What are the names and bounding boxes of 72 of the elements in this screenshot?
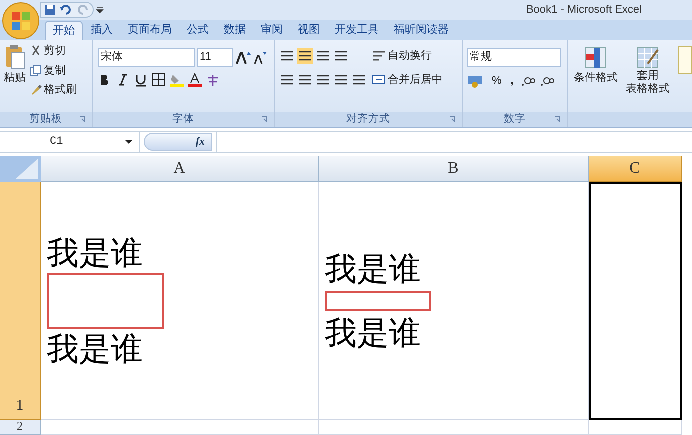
table-brush-icon — [636, 46, 660, 70]
worksheet-cell[interactable] — [41, 420, 319, 435]
cut-button[interactable]: 剪切 — [30, 43, 77, 60]
cell-text: 我是谁 — [325, 248, 422, 288]
selected-cell[interactable] — [589, 182, 682, 420]
dialog-launcher-icon[interactable] — [261, 116, 268, 123]
ribbon-tab[interactable]: 开发工具 — [328, 21, 386, 40]
increase-decimal-icon[interactable] — [520, 75, 535, 88]
format-as-table-button[interactable]: 套用 表格格式 — [626, 46, 670, 112]
ribbon-tab[interactable]: 插入 — [84, 21, 120, 40]
number-format-dropdown[interactable]: 常规 — [467, 48, 561, 67]
insert-function-button[interactable]: fx — [144, 133, 212, 151]
grow-font-icon[interactable] — [235, 50, 251, 64]
table-chart-icon — [584, 46, 608, 70]
group-label: 字体 — [172, 112, 194, 127]
cell-styles-preview[interactable] — [678, 46, 692, 74]
font-color-icon[interactable] — [188, 73, 202, 87]
paste-button[interactable]: 粘贴 — [0, 40, 30, 112]
customize-caret-icon[interactable] — [96, 6, 104, 14]
dialog-launcher-icon[interactable] — [79, 116, 86, 123]
undo-icon[interactable] — [59, 4, 73, 16]
font-size-dropdown[interactable]: 11 — [197, 48, 233, 67]
dialog-launcher-icon[interactable] — [554, 116, 561, 123]
group-label: 数字 — [504, 112, 526, 127]
save-icon[interactable] — [44, 4, 56, 16]
ribbon-tab[interactable]: 数据 — [217, 21, 253, 40]
worksheet-cell[interactable]: 我是谁 我是谁 — [319, 182, 589, 420]
worksheet-cell[interactable] — [589, 420, 682, 435]
comma-button[interactable]: , — [508, 73, 516, 90]
group-label: 剪贴板 — [30, 112, 62, 127]
underline-icon[interactable] — [134, 73, 148, 87]
cell-text: 我是谁 — [325, 312, 422, 352]
format-painter-button[interactable]: 格式刷 — [30, 82, 77, 98]
group-label: 对齐方式 — [346, 112, 390, 127]
ribbon-tab[interactable]: 视图 — [291, 21, 327, 40]
column-header[interactable]: B — [319, 156, 589, 182]
percent-button[interactable]: % — [490, 73, 504, 90]
name-box[interactable]: C1 — [0, 132, 140, 152]
conditional-formatting-button[interactable]: 条件格式 — [574, 46, 618, 112]
align-middle-icon[interactable] — [297, 48, 313, 64]
scissors-icon — [30, 45, 42, 58]
paintbrush-icon — [30, 84, 42, 96]
ribbon-tab[interactable]: 福昕阅读器 — [387, 21, 456, 40]
window-title: Book1 - Microsoft Excel — [526, 2, 642, 18]
worksheet-cell[interactable]: 我是谁 我是谁 — [41, 182, 319, 420]
ribbon-tab[interactable]: 页面布局 — [121, 21, 179, 40]
decrease-decimal-icon[interactable] — [540, 75, 554, 88]
merge-cells-icon — [372, 72, 386, 87]
dropdown-caret-icon — [125, 139, 133, 145]
fill-color-icon[interactable] — [170, 73, 184, 87]
italic-icon[interactable] — [116, 73, 130, 87]
column-header[interactable]: A — [41, 156, 319, 182]
shrink-font-icon[interactable] — [253, 50, 267, 64]
font-name-dropdown[interactable]: 宋体 — [98, 48, 195, 67]
column-header[interactable]: C — [589, 156, 682, 182]
worksheet-cell[interactable] — [319, 420, 589, 435]
ribbon-tab[interactable]: 公式 — [180, 21, 216, 40]
clipboard-icon — [4, 44, 26, 70]
copy-button[interactable]: 复制 — [30, 62, 77, 79]
borders-icon[interactable] — [152, 73, 166, 87]
merge-center-button[interactable]: 合并后居中 — [372, 72, 443, 88]
wrap-text-icon — [372, 49, 386, 64]
copy-icon — [30, 64, 42, 77]
cell-text: 我是谁 — [47, 232, 144, 272]
row-header[interactable]: 1 — [0, 182, 41, 420]
ribbon-tab[interactable]: 审阅 — [254, 21, 290, 40]
currency-icon[interactable] — [467, 74, 485, 88]
dialog-launcher-icon[interactable] — [449, 116, 456, 123]
row-header[interactable]: 2 — [0, 420, 41, 435]
wrap-text-button[interactable]: 自动换行 — [372, 48, 443, 64]
ribbon-tab[interactable]: 开始 — [45, 21, 83, 40]
cell-text: 我是谁 — [47, 328, 144, 368]
